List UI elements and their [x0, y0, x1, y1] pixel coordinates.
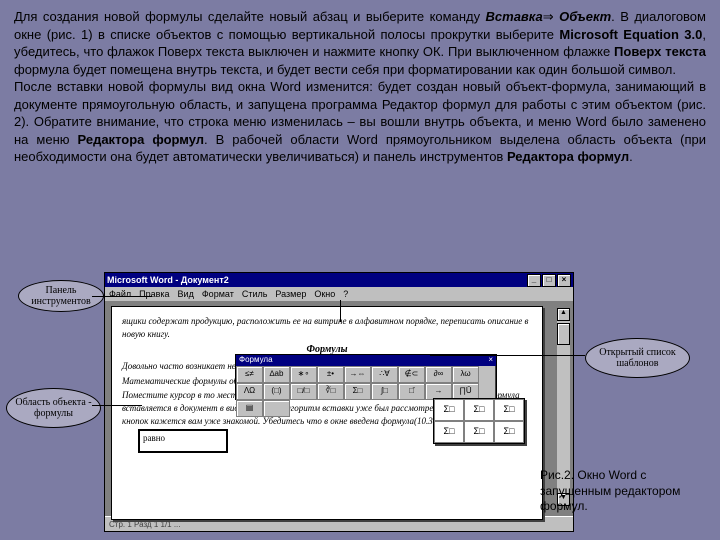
template-item[interactable]: Σ□	[464, 399, 494, 421]
eq-cell[interactable]: ∛□	[317, 383, 344, 400]
menu-format[interactable]: Формат	[202, 289, 234, 299]
menu-bar[interactable]: Файл Правка Вид Формат Стиль Размер Окно…	[105, 287, 573, 302]
template-item[interactable]: Σ□	[434, 421, 464, 443]
instruction-text: Для создания новой формулы сделайте новы…	[14, 8, 706, 166]
close-icon[interactable]: ×	[557, 274, 571, 287]
callout-templates: Открытый список шаблонов	[585, 338, 690, 378]
eq-cell[interactable]: ∉⊂	[398, 366, 425, 383]
menu-view[interactable]: Вид	[178, 289, 194, 299]
title-bar: Microsoft Word - Документ2 _ □ ×	[105, 273, 573, 287]
figure-caption: Рис.2. Окно Word с запущенным редактором…	[540, 468, 710, 515]
menu-size[interactable]: Размер	[275, 289, 306, 299]
equation-toolbar[interactable]: Формула× ≤≠ ∆ab ∗∘ ±• →⇔ ∴∀ ∉⊂ ∂∞ λω ΛΩ …	[235, 354, 497, 400]
eq-cell[interactable]: ≤≠	[236, 366, 263, 383]
close-icon[interactable]: ×	[488, 355, 493, 366]
template-item[interactable]: Σ□	[464, 421, 494, 443]
eq-cell[interactable]: ∴∀	[371, 366, 398, 383]
eq-cell[interactable]: □/□	[290, 383, 317, 400]
scroll-thumb[interactable]	[557, 323, 570, 345]
eq-cell[interactable]: ∗∘	[290, 366, 317, 383]
template-dropdown[interactable]: Σ□ Σ□ Σ□ Σ□ Σ□ Σ□	[433, 398, 525, 444]
eq-cell[interactable]: □̄	[398, 383, 425, 400]
eq-cell[interactable]	[263, 400, 290, 417]
equation-toolbar-title: Формула	[239, 355, 273, 366]
eq-cell[interactable]: ∆ab	[263, 366, 290, 383]
formula-object[interactable]: равно	[138, 429, 228, 453]
menu-file[interactable]: Файл	[109, 289, 131, 299]
eq-cell[interactable]: ▤	[236, 400, 263, 417]
template-item[interactable]: Σ□	[494, 421, 524, 443]
eq-cell[interactable]: Σ□	[344, 383, 371, 400]
eq-cell[interactable]: λω	[452, 366, 479, 383]
window-title: Microsoft Word - Документ2	[107, 275, 229, 285]
template-item[interactable]: Σ□	[494, 399, 524, 421]
word-window: Microsoft Word - Документ2 _ □ × Файл Пр…	[104, 272, 574, 532]
menu-help[interactable]: ?	[343, 289, 348, 299]
scroll-up-icon[interactable]: ▲	[557, 308, 570, 321]
eq-cell[interactable]: ±•	[317, 366, 344, 383]
callout-object-area: Область объекта - формулы	[6, 388, 101, 428]
minimize-icon[interactable]: _	[527, 274, 541, 287]
menu-window[interactable]: Окно	[314, 289, 335, 299]
menu-style[interactable]: Стиль	[242, 289, 268, 299]
eq-cell[interactable]: (□)	[263, 383, 290, 400]
eq-cell[interactable]: ∫□	[371, 383, 398, 400]
eq-cell[interactable]: ΛΩ	[236, 383, 263, 400]
document-area: ящики содержат продукцию, расположить ее…	[105, 302, 573, 516]
maximize-icon[interactable]: □	[542, 274, 556, 287]
template-item[interactable]: Σ□	[434, 399, 464, 421]
eq-cell[interactable]: ∂∞	[425, 366, 452, 383]
menu-edit[interactable]: Правка	[139, 289, 169, 299]
eq-cell[interactable]: →⇔	[344, 366, 371, 383]
